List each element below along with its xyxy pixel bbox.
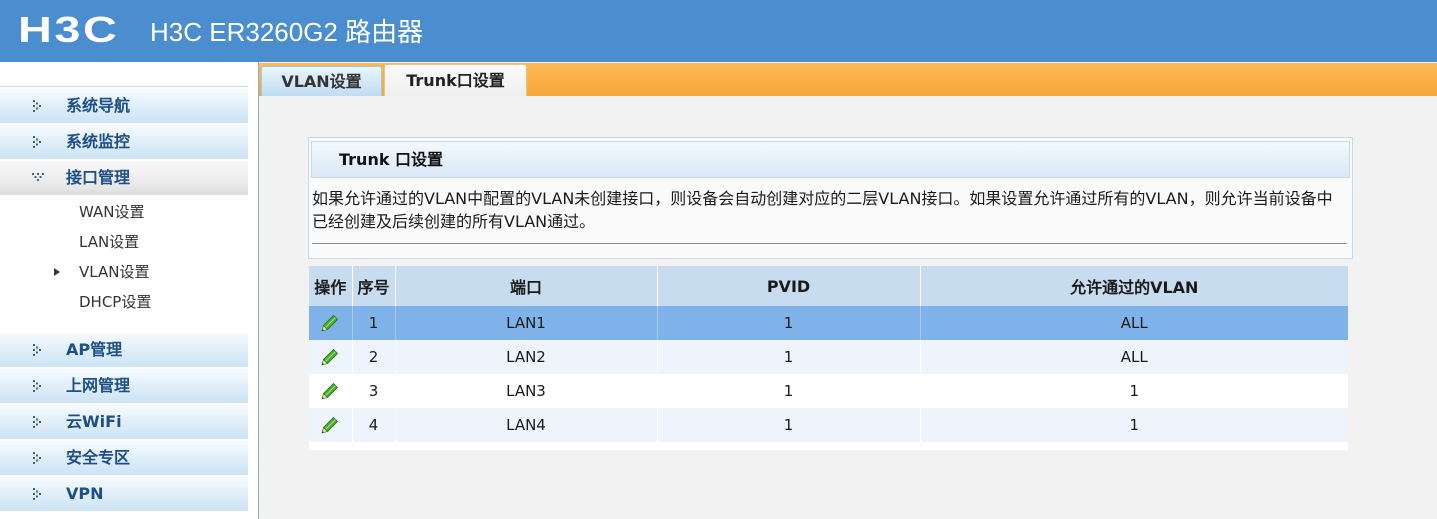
- tab-bar: VLAN设置 Trunk口设置: [259, 63, 1437, 96]
- column-header-index: 序号: [352, 266, 396, 306]
- cell-allowed-vlan: ALL: [920, 340, 1348, 374]
- cell-allowed-vlan: ALL: [920, 306, 1348, 340]
- sidebar-nav: 系统导航 系统监控 接口管理 WAN设置 LAN设置 VLAN设置 DHCP设置…: [0, 62, 259, 519]
- app-header: H3C H3C ER3260G2 路由器: [0, 0, 1437, 62]
- sidebar-item-label: 云WiFi: [66, 412, 122, 431]
- dotted-chevron-down-icon: [31, 172, 45, 184]
- trunk-port-table: 操作 序号 端口 PVID 允许通过的VLAN 1 LAN1 1 ALL 2 L…: [309, 266, 1348, 442]
- sidebar-subitem-label: LAN设置: [79, 233, 140, 251]
- table-row[interactable]: 3 LAN3 1 1: [309, 374, 1348, 408]
- sidebar-item-security-zone[interactable]: 安全专区: [0, 441, 248, 475]
- sidebar-item-interface-management[interactable]: 接口管理: [0, 161, 248, 195]
- panel-title: Trunk 口设置: [311, 141, 1350, 178]
- dotted-chevron-right-icon: [32, 451, 44, 465]
- sidebar-subitem-label: WAN设置: [79, 203, 145, 221]
- cell-action: [309, 374, 353, 408]
- tab-trunk-port-settings[interactable]: Trunk口设置: [384, 64, 527, 96]
- dotted-chevron-right-icon: [32, 343, 44, 357]
- panel-description: 如果允许通过的VLAN中配置的VLAN未创建接口，则设备会自动创建对应的二层VL…: [312, 189, 1333, 231]
- sidebar-item-internet-management[interactable]: 上网管理: [0, 369, 248, 403]
- edit-pencil-icon[interactable]: [321, 416, 339, 434]
- sidebar-item-system-navigation[interactable]: 系统导航: [0, 89, 248, 123]
- cell-port: LAN3: [395, 374, 658, 408]
- tab-vlan-settings[interactable]: VLAN设置: [261, 66, 382, 96]
- table-header-row: 操作 序号 端口 PVID 允许通过的VLAN: [309, 266, 1348, 306]
- sidebar-item-label: 接口管理: [66, 168, 131, 187]
- table-row[interactable]: 1 LAN1 1 ALL: [309, 306, 1348, 340]
- column-header-pvid: PVID: [657, 266, 921, 306]
- cell-index: 3: [352, 374, 396, 408]
- sidebar-subitem-lan-settings[interactable]: LAN设置: [0, 227, 248, 257]
- cell-port: LAN4: [395, 408, 658, 442]
- cell-port: LAN1: [395, 306, 658, 340]
- current-item-arrow-icon: [53, 267, 61, 277]
- trunk-settings-panel: Trunk 口设置 如果允许通过的VLAN中配置的VLAN未创建接口，则设备会自…: [308, 137, 1353, 259]
- dotted-chevron-right-icon: [32, 487, 44, 501]
- edit-pencil-icon[interactable]: [321, 382, 339, 400]
- table-row[interactable]: 4 LAN4 1 1: [309, 408, 1348, 442]
- sidebar-item-label: 上网管理: [66, 376, 131, 395]
- sidebar-item-label: VPN: [66, 484, 104, 503]
- sidebar-item-vpn[interactable]: VPN: [0, 477, 248, 511]
- sidebar-subitem-label: VLAN设置: [79, 263, 150, 281]
- sidebar-subitem-vlan-settings[interactable]: VLAN设置: [0, 257, 248, 287]
- device-title: H3C ER3260G2 路由器: [150, 17, 424, 47]
- sidebar-item-label: AP管理: [66, 340, 123, 359]
- cell-index: 2: [352, 340, 396, 374]
- column-header-port: 端口: [395, 266, 658, 306]
- cell-pvid: 1: [657, 340, 921, 374]
- cell-action: [309, 306, 353, 340]
- table-row[interactable]: 2 LAN2 1 ALL: [309, 340, 1348, 374]
- edit-pencil-icon[interactable]: [321, 314, 339, 332]
- divider: [312, 243, 1347, 245]
- cell-allowed-vlan: 1: [920, 408, 1348, 442]
- column-header-action: 操作: [309, 266, 353, 306]
- cell-index: 1: [352, 306, 396, 340]
- sidebar-item-ap-management[interactable]: AP管理: [0, 333, 248, 367]
- dotted-chevron-right-icon: [32, 415, 44, 429]
- sidebar-item-label: 系统导航: [66, 96, 131, 115]
- sidebar-item-label: 安全专区: [66, 448, 131, 467]
- cell-pvid: 1: [657, 374, 921, 408]
- sidebar-menu: 系统导航 系统监控 接口管理 WAN设置 LAN设置 VLAN设置 DHCP设置…: [0, 86, 248, 513]
- cell-action: [309, 408, 353, 442]
- sidebar-item-system-monitoring[interactable]: 系统监控: [0, 125, 248, 159]
- column-header-allowed-vlan: 允许通过的VLAN: [920, 266, 1348, 306]
- sidebar-submenu-interface-management: WAN设置 LAN设置 VLAN设置 DHCP设置: [0, 197, 248, 333]
- sidebar-subitem-label: DHCP设置: [79, 293, 152, 311]
- edit-pencil-icon[interactable]: [321, 348, 339, 366]
- cell-allowed-vlan: 1: [920, 374, 1348, 408]
- dotted-chevron-right-icon: [32, 135, 44, 149]
- cell-index: 4: [352, 408, 396, 442]
- sidebar-subitem-dhcp-settings[interactable]: DHCP设置: [0, 287, 248, 317]
- sidebar-item-cloud-wifi[interactable]: 云WiFi: [0, 405, 248, 439]
- cell-action: [309, 340, 353, 374]
- cell-pvid: 1: [657, 306, 921, 340]
- cell-pvid: 1: [657, 408, 921, 442]
- sidebar-item-label: 系统监控: [66, 132, 131, 151]
- dotted-chevron-right-icon: [32, 99, 44, 113]
- cell-port: LAN2: [395, 340, 658, 374]
- h3c-logo: H3C: [18, 9, 120, 50]
- trunk-port-table-container: 操作 序号 端口 PVID 允许通过的VLAN 1 LAN1 1 ALL 2 L…: [309, 266, 1348, 450]
- sidebar-subitem-wan-settings[interactable]: WAN设置: [0, 197, 248, 227]
- dotted-chevron-right-icon: [32, 379, 44, 393]
